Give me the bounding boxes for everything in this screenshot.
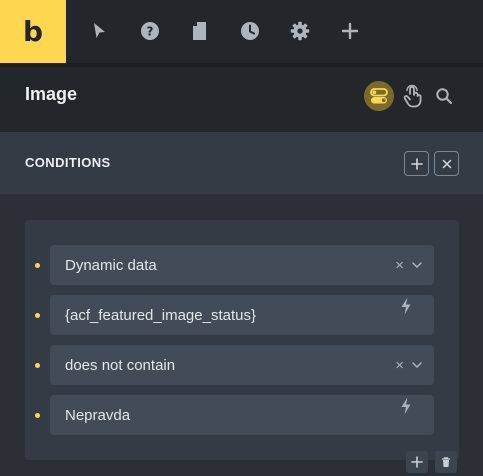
- lightning-bolt-icon[interactable]: [400, 397, 412, 419]
- chevron-down-icon[interactable]: [412, 345, 422, 385]
- svg-text:?: ?: [147, 25, 154, 39]
- lightning-bolt-icon[interactable]: [400, 297, 412, 319]
- search-icon[interactable]: [435, 87, 453, 105]
- input-value: {acf_featured_image_status}: [65, 306, 256, 324]
- dynamic-data-input[interactable]: {acf_featured_image_status}: [50, 295, 434, 335]
- select-value: does not contain: [65, 356, 176, 374]
- help-icon[interactable]: ?: [140, 21, 160, 41]
- input-value: Nepravda: [65, 406, 131, 424]
- pointer-icon[interactable]: [89, 21, 109, 41]
- add-condition-set-button[interactable]: [404, 151, 429, 176]
- bullet-dot: [35, 263, 40, 268]
- clear-icon[interactable]: ×: [395, 345, 404, 385]
- interactions-hand-icon[interactable]: [402, 84, 422, 108]
- select-value: Dynamic data: [65, 256, 157, 274]
- delete-condition-button[interactable]: [435, 451, 457, 473]
- plus-icon: [411, 456, 423, 468]
- compare-value-input[interactable]: Nepravda: [50, 395, 434, 435]
- chevron-down-icon[interactable]: [412, 245, 422, 285]
- toggle-style-icon[interactable]: [364, 81, 394, 111]
- plus-icon[interactable]: [340, 21, 360, 41]
- close-icon: [442, 159, 451, 168]
- add-condition-button[interactable]: [406, 451, 428, 473]
- bullet-dot: [35, 363, 40, 368]
- condition-type-select[interactable]: Dynamic data ×: [50, 245, 434, 285]
- panel-title: Image: [25, 84, 78, 104]
- bullet-dot: [35, 313, 40, 318]
- settings-icon[interactable]: [290, 21, 310, 41]
- compare-operator-select[interactable]: does not contain ×: [50, 345, 434, 385]
- plus-icon: [410, 157, 423, 170]
- page-icon[interactable]: [190, 21, 210, 41]
- clear-icon[interactable]: ×: [395, 245, 404, 285]
- trash-icon: [442, 457, 450, 467]
- history-icon[interactable]: [240, 21, 260, 41]
- app-logo[interactable]: b: [0, 0, 66, 63]
- bullet-dot: [35, 413, 40, 418]
- close-conditions-button[interactable]: [434, 151, 459, 176]
- section-title: CONDITIONS: [25, 155, 111, 170]
- logo-letter: b: [22, 15, 44, 48]
